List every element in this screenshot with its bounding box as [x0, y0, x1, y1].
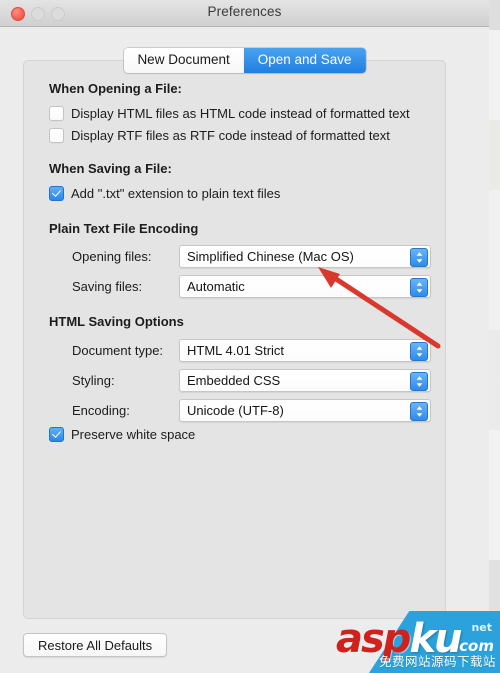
popup-encoding-value: Unicode (UTF-8)	[187, 403, 284, 418]
watermark-net: net	[471, 621, 492, 634]
popup-styling-value: Embedded CSS	[187, 373, 281, 388]
label-document-type: Document type:	[72, 343, 164, 358]
checkbox-row-add-txt-extension[interactable]: Add ".txt" extension to plain text files	[49, 186, 280, 201]
checkbox-display-html-label: Display HTML files as HTML code instead …	[71, 106, 410, 121]
popup-encoding[interactable]: Unicode (UTF-8)	[179, 399, 431, 422]
row-saving-files: Saving files: Automatic	[72, 275, 431, 298]
section-heading-opening: When Opening a File:	[49, 81, 182, 96]
checkbox-add-txt-extension-label: Add ".txt" extension to plain text files	[71, 186, 281, 201]
checkbox-preserve-white-space-label: Preserve white space	[71, 427, 196, 442]
label-encoding: Encoding:	[72, 403, 130, 418]
popup-opening-files[interactable]: Simplified Chinese (Mac OS)	[179, 245, 431, 268]
checkbox-preserve-white-space-icon[interactable]	[49, 427, 64, 442]
window-titlebar: Preferences	[0, 0, 489, 27]
popup-document-type-value: HTML 4.01 Strict	[187, 343, 285, 358]
section-heading-saving: When Saving a File:	[49, 161, 172, 176]
popup-document-type[interactable]: HTML 4.01 Strict	[179, 339, 431, 362]
tab-new-document[interactable]: New Document	[123, 48, 244, 73]
popup-saving-files-value: Automatic	[187, 279, 245, 294]
row-opening-files: Opening files: Simplified Chinese (Mac O…	[72, 245, 431, 268]
restore-all-defaults-button[interactable]: Restore All Defaults	[23, 633, 168, 657]
chevron-updown-icon[interactable]	[410, 247, 428, 267]
checkbox-display-rtf-label: Display RTF files as RTF code instead of…	[71, 128, 390, 143]
section-heading-plain-text-encoding: Plain Text File Encoding	[49, 221, 199, 236]
checkbox-display-rtf-icon[interactable]	[49, 128, 64, 143]
chevron-updown-icon[interactable]	[410, 371, 428, 391]
preferences-window: Preferences When Opening a File: Display…	[0, 0, 489, 673]
chevron-updown-icon[interactable]	[410, 341, 428, 361]
checkbox-row-preserve-white-space[interactable]: Preserve white space	[49, 427, 195, 442]
label-styling: Styling:	[72, 373, 115, 388]
preferences-panel: When Opening a File: Display HTML files …	[23, 60, 446, 619]
section-heading-html-saving-options: HTML Saving Options	[49, 314, 184, 329]
label-opening-files: Opening files:	[72, 249, 152, 264]
watermark-chinese-tagline: 免费网站源码下载站	[378, 654, 496, 669]
label-saving-files: Saving files:	[72, 279, 143, 294]
desktop-background-strip	[488, 0, 500, 673]
row-encoding: Encoding: Unicode (UTF-8)	[72, 399, 431, 422]
tab-segmented-control[interactable]: New Document Open and Save	[123, 48, 366, 73]
chevron-updown-icon[interactable]	[410, 277, 428, 297]
row-document-type: Document type: HTML 4.01 Strict	[72, 339, 431, 362]
popup-styling[interactable]: Embedded CSS	[179, 369, 431, 392]
row-styling: Styling: Embedded CSS	[72, 369, 431, 392]
checkbox-row-display-html[interactable]: Display HTML files as HTML code instead …	[49, 106, 410, 121]
checkbox-row-display-rtf[interactable]: Display RTF files as RTF code instead of…	[49, 128, 390, 143]
window-title: Preferences	[207, 4, 282, 19]
popup-opening-files-value: Simplified Chinese (Mac OS)	[187, 249, 354, 264]
checkbox-display-html-icon[interactable]	[49, 106, 64, 121]
popup-saving-files[interactable]: Automatic	[179, 275, 431, 298]
site-watermark: aspku net .com 免费网站源码下载站	[332, 611, 500, 673]
tab-open-and-save[interactable]: Open and Save	[243, 48, 366, 73]
checkbox-add-txt-extension-icon[interactable]	[49, 186, 64, 201]
chevron-updown-icon[interactable]	[410, 401, 428, 421]
